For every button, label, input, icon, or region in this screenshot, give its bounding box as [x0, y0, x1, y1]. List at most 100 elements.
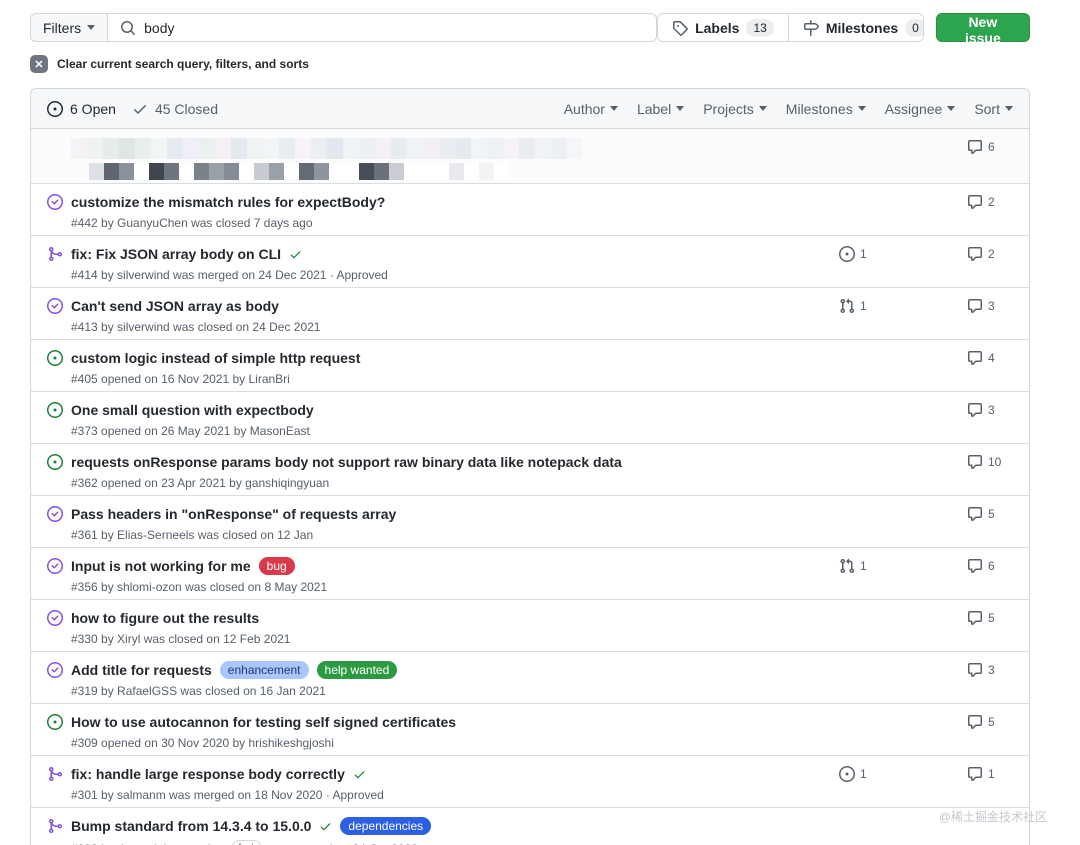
linked-column-empty — [839, 192, 967, 212]
comment-count[interactable]: 5 — [967, 504, 1013, 524]
linked-column-empty — [839, 137, 967, 157]
issue-title[interactable]: Bump standard from 14.3.4 to 15.0.0 — [71, 816, 311, 836]
issue-row: Pass headers in "onResponse" of requests… — [31, 495, 1029, 547]
filter-label: Author — [563, 100, 605, 117]
issue-title[interactable]: Pass headers in "onResponse" of requests… — [71, 504, 396, 524]
issue-label[interactable]: dependencies — [340, 817, 432, 835]
comment-icon — [967, 402, 983, 418]
filter-sort-dropdown[interactable]: Sort — [974, 101, 1013, 117]
issue-label[interactable]: enhancement — [219, 661, 309, 679]
issue-opened-icon — [47, 100, 63, 117]
comment-count-value: 2 — [988, 247, 995, 261]
labels-milestones-segment: Labels 13 Milestones 0 — [657, 13, 924, 42]
issue-title[interactable]: One small question with expectbody — [71, 400, 314, 420]
linked-pr-indicator[interactable]: 1 — [839, 296, 967, 316]
comment-count[interactable]: 4 — [967, 348, 1013, 368]
issue-label[interactable]: bug — [258, 557, 295, 575]
linked-column-empty — [839, 400, 967, 420]
new-issue-button[interactable]: New issue — [935, 13, 1030, 46]
open-count-label: 6 Open — [70, 100, 116, 117]
closed-issue-icon — [47, 194, 63, 210]
issue-title[interactable]: Input is not working for me — [71, 556, 251, 576]
closed-issue-icon — [47, 298, 63, 314]
issue-title[interactable]: fix: handle large response body correctl… — [71, 764, 345, 784]
chevron-down-icon — [1005, 106, 1013, 111]
filter-milestones-dropdown[interactable]: Milestones — [786, 101, 866, 117]
comment-count[interactable]: 2 — [967, 244, 1013, 264]
issue-title[interactable]: customize the mismatch rules for expectB… — [71, 192, 385, 212]
filter-author-dropdown[interactable]: Author — [564, 101, 618, 117]
chevron-down-icon — [87, 25, 96, 30]
comment-count-value: 3 — [988, 663, 995, 677]
issue-title[interactable]: How to use autocannon for testing self s… — [71, 712, 456, 732]
comment-count[interactable]: 2 — [967, 192, 1013, 212]
milestone-icon — [803, 19, 819, 36]
closed-issue-icon — [47, 610, 63, 626]
open-issue-icon — [47, 402, 63, 418]
checks-passed-icon — [353, 768, 366, 781]
filter-projects-dropdown[interactable]: Projects — [703, 101, 767, 117]
issue-row: How to use autocannon for testing self s… — [31, 703, 1029, 755]
issue-title[interactable]: requests onResponse params body not supp… — [71, 452, 622, 472]
closed-issue-icon — [47, 662, 63, 678]
issue-title[interactable]: Add title for requests — [71, 660, 212, 680]
linked-count: 1 — [860, 767, 867, 781]
issue-row: fix: handle large response body correctl… — [31, 755, 1029, 807]
closed-issues-tab[interactable]: 45 Closed — [132, 101, 218, 117]
comment-count[interactable]: 6 — [967, 137, 1013, 157]
checks-passed-icon — [319, 820, 332, 833]
search-input[interactable]: body — [108, 13, 658, 42]
comment-count[interactable]: 5 — [967, 712, 1013, 732]
watermark: @稀土掘金技术社区 — [938, 810, 1047, 824]
chevron-down-icon — [947, 106, 956, 111]
issue-meta: #442 by GuanyuChen was closed 7 days ago — [71, 216, 313, 230]
filter-label-dropdown[interactable]: Label — [637, 101, 685, 117]
linked-issue-indicator[interactable]: 1 — [839, 244, 967, 264]
linked-count: 1 — [860, 299, 867, 313]
linked-count: 1 — [860, 559, 867, 573]
issue-meta: #413 by silverwind was closed on 24 Dec … — [71, 320, 321, 334]
comment-count[interactable]: 3 — [967, 400, 1013, 420]
issue-meta: #301 by salmanm was merged on 18 Nov 202… — [71, 788, 384, 802]
issue-row: custom logic instead of simple http requ… — [31, 339, 1029, 391]
comment-count[interactable]: 5 — [967, 608, 1013, 628]
clear-filters-link[interactable]: ✕ Clear current search query, filters, a… — [30, 55, 1030, 73]
filter-label: Projects — [703, 100, 754, 117]
comment-count[interactable]: 3 — [967, 660, 1013, 680]
issue-label[interactable]: help wanted — [316, 661, 398, 679]
issue-title[interactable]: how to figure out the results — [71, 608, 259, 628]
filters-dropdown-button[interactable]: Filters — [30, 13, 109, 42]
linked-issue-indicator[interactable]: 1 — [839, 764, 967, 784]
comment-count[interactable]: 3 — [967, 296, 1013, 316]
redacted-title — [71, 138, 839, 159]
milestones-button[interactable]: Milestones 0 — [787, 14, 923, 41]
open-issues-tab[interactable]: 6 Open — [47, 100, 116, 117]
filter-assignee-dropdown[interactable]: Assignee — [885, 101, 956, 117]
comment-count-value: 1 — [988, 767, 995, 781]
issue-row: how to figure out the results #330 by Xir… — [31, 599, 1029, 651]
linked-column-empty — [839, 608, 967, 628]
issue-title[interactable]: Can't send JSON array as body — [71, 296, 279, 316]
comment-count[interactable]: 10 — [967, 452, 1013, 472]
comment-icon — [967, 610, 983, 626]
linked-pr-indicator[interactable]: 1 — [839, 556, 967, 576]
issue-row: Input is not working for me bug #356 by sh… — [31, 547, 1029, 599]
check-icon — [132, 101, 148, 117]
merged-pr-icon — [47, 246, 63, 262]
issues-list-header: 6 Open 45 Closed Author Label Projects Mile… — [31, 89, 1029, 129]
comment-icon — [967, 766, 983, 782]
issue-meta: #373 opened on 26 May 2021 by MasonEast — [71, 424, 310, 438]
issue-title[interactable]: fix: Fix JSON array body on CLI — [71, 244, 281, 264]
linked-column-empty — [839, 504, 967, 524]
comment-count[interactable]: 6 — [967, 556, 1013, 576]
comment-count-value: 10 — [988, 455, 1002, 469]
issue-meta: #414 by silverwind was merged on 24 Dec … — [71, 268, 388, 282]
issues-page: Filters body Labels 13 Milestones 0 New … — [0, 0, 1080, 845]
filters-label: Filters — [43, 19, 82, 36]
git-pull-request-icon — [839, 298, 855, 314]
issues-list: 6 Open 45 Closed Author Label Projects Mile… — [30, 88, 1030, 845]
closed-issue-icon — [47, 558, 63, 574]
labels-button[interactable]: Labels 13 — [658, 14, 788, 41]
comment-count[interactable]: 1 — [967, 764, 1013, 784]
issue-title[interactable]: custom logic instead of simple http requ… — [71, 348, 360, 368]
